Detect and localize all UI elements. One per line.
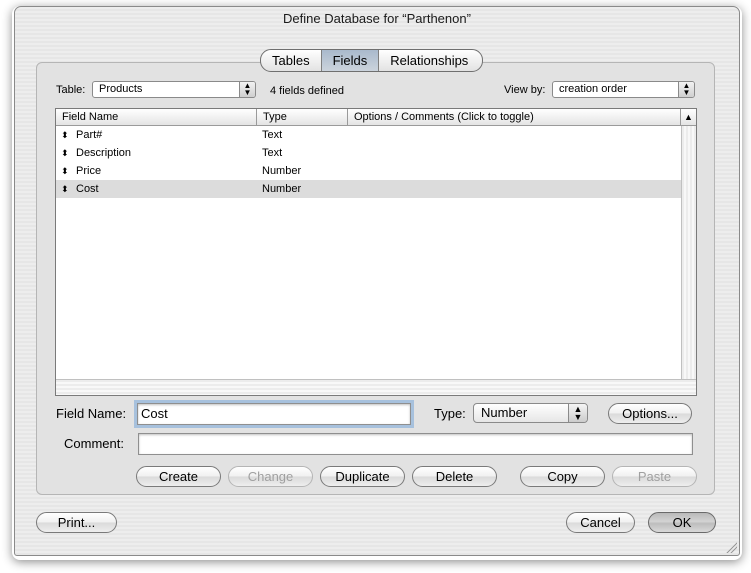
type-popup-value: Number	[481, 405, 528, 420]
table-popup[interactable]: Products ▲ ▼	[92, 81, 256, 98]
type-label: Type:	[434, 406, 466, 421]
table-label: Table:	[56, 84, 86, 96]
column-header-field-name[interactable]: Field Name	[56, 109, 257, 125]
comment-label: Comment:	[64, 436, 124, 451]
drag-handle-icon[interactable]: ⬍	[61, 162, 69, 180]
field-name-cell: Price	[76, 165, 102, 177]
field-type-cell: Number	[262, 183, 302, 195]
field-name-cell: Cost	[76, 183, 99, 195]
type-popup[interactable]: Number ▲ ▼	[473, 403, 588, 423]
table-row[interactable]: ⬍ Description Text	[56, 144, 682, 162]
view-by-value: creation order	[559, 83, 627, 95]
field-name-input[interactable]: Cost	[134, 400, 414, 428]
view-by-popup[interactable]: creation order ▲ ▼	[552, 81, 695, 98]
sort-direction-icon[interactable]: ▲	[680, 109, 696, 125]
delete-button[interactable]: Delete	[412, 466, 497, 487]
window-title: Define Database for “Parthenon”	[283, 11, 471, 26]
ok-button[interactable]: OK	[648, 512, 716, 533]
field-type-cell: Text	[262, 129, 283, 141]
popup-arrows-icon: ▲ ▼	[678, 82, 694, 97]
comment-input[interactable]	[138, 433, 693, 455]
column-header-type[interactable]: Type	[257, 109, 348, 125]
drag-handle-icon[interactable]: ⬍	[61, 126, 69, 144]
cancel-button[interactable]: Cancel	[566, 512, 635, 533]
resize-grip-icon[interactable]	[725, 541, 737, 553]
view-by-label: View by:	[504, 84, 546, 96]
popup-arrows-icon: ▲ ▼	[239, 82, 255, 97]
options-button[interactable]: Options...	[608, 403, 692, 424]
tab-tables[interactable]: Tables	[261, 50, 322, 71]
field-name-label: Field Name:	[56, 406, 127, 421]
change-button[interactable]: Change	[228, 466, 313, 487]
field-list: Field Name Type Options / Comments (Clic…	[55, 108, 697, 396]
drag-handle-icon[interactable]: ⬍	[61, 180, 69, 198]
copy-button[interactable]: Copy	[520, 466, 605, 487]
field-type-cell: Text	[262, 147, 283, 159]
tab-bar: Tables Fields Relationships	[260, 49, 484, 72]
field-name-cell: Part#	[76, 129, 103, 141]
vertical-scrollbar[interactable]	[681, 126, 696, 380]
table-row[interactable]: ⬍ Price Number	[56, 162, 682, 180]
tab-relationships[interactable]: Relationships	[379, 50, 482, 71]
popup-arrows-icon: ▲ ▼	[568, 404, 587, 422]
field-type-cell: Number	[262, 165, 302, 177]
horizontal-scrollbar[interactable]	[56, 379, 696, 395]
table-row-selected[interactable]: ⬍ Cost Number	[56, 180, 682, 198]
drag-handle-icon[interactable]: ⬍	[61, 144, 69, 162]
table-row[interactable]: ⬍ Part# Text	[56, 126, 682, 144]
table-popup-value: Products	[99, 83, 143, 95]
paste-button[interactable]: Paste	[612, 466, 697, 487]
fields-count: 4 fields defined	[270, 85, 344, 97]
column-header-options[interactable]: Options / Comments (Click to toggle)	[348, 109, 682, 125]
create-button[interactable]: Create	[136, 466, 221, 487]
field-list-header: Field Name Type Options / Comments (Clic…	[56, 109, 696, 126]
field-name-cell: Description	[76, 147, 132, 159]
tab-fields[interactable]: Fields	[321, 50, 380, 71]
duplicate-button[interactable]: Duplicate	[320, 466, 405, 487]
print-button[interactable]: Print...	[36, 512, 117, 533]
